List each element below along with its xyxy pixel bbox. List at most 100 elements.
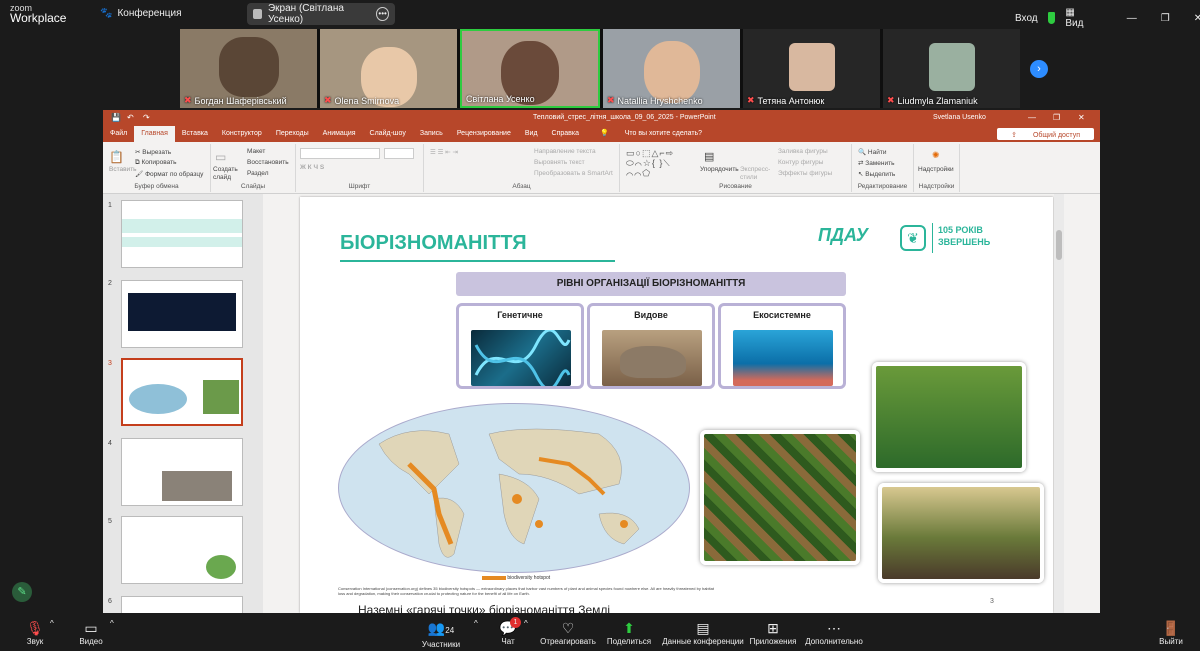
section-button[interactable]: Раздел <box>247 170 268 177</box>
close-icon[interactable]: ✕ <box>1194 13 1200 24</box>
participant-tile[interactable]: ✖ Тетяна Антонюк <box>743 29 880 108</box>
apps-button[interactable]: ⊞ Приложения <box>748 619 798 646</box>
font-size-select[interactable] <box>384 148 414 159</box>
redo-icon[interactable]: ↷ <box>143 113 150 122</box>
cut-button[interactable]: ✂ Вырезать <box>135 148 171 156</box>
tab-animations[interactable]: Анимация <box>316 126 363 142</box>
slide-thumbnail[interactable] <box>121 438 243 506</box>
format-painter-button[interactable]: 🖌 Формат по образцу <box>135 170 203 178</box>
new-slide-button[interactable]: Создать слайд <box>213 166 239 182</box>
logo-text: ПДАУ <box>818 225 869 245</box>
tab-record[interactable]: Запись <box>413 126 450 142</box>
smartart-button[interactable]: Преобразовать в SmartArt <box>534 170 613 177</box>
close-icon[interactable]: ✕ <box>1078 113 1085 122</box>
group-label: Надстройки <box>918 183 955 190</box>
meeting-info-button[interactable]: ▤ Данные конференции <box>662 619 744 646</box>
participant-tile[interactable]: ✖ Liudmyla Zlamaniuk <box>883 29 1020 108</box>
font-name-select[interactable] <box>300 148 380 159</box>
shape-fill-button[interactable]: Заливка фигуры <box>778 148 828 155</box>
tell-me-label: Что вы хотите сделать? <box>624 130 703 137</box>
view-button[interactable]: ▦ Вид <box>1065 7 1086 29</box>
shapes-gallery[interactable]: ▭○⬚△⌐⇨ ⬭⌒☆{ }⟍ ⌒⌒⬠ <box>626 148 686 178</box>
quick-styles-button[interactable]: Экспресс-стили <box>740 166 774 182</box>
screen-share-pill[interactable]: Экран (Світлана Усенко) ••• <box>247 3 395 25</box>
audio-label: Звук <box>26 637 44 646</box>
tab-slideshow[interactable]: Слайд-шоу <box>363 126 413 142</box>
tab-transitions[interactable]: Переходы <box>269 126 316 142</box>
tab-file[interactable]: Файл <box>103 126 134 142</box>
arrange-button[interactable]: Упорядочить <box>700 166 739 173</box>
reset-button[interactable]: Восстановить <box>247 159 289 166</box>
save-icon[interactable]: 💾 <box>111 113 121 122</box>
align-text-button[interactable]: Выровнять текст <box>534 159 585 166</box>
tab-design[interactable]: Конструктор <box>215 126 269 142</box>
bold-icon[interactable]: Ж К Ч S <box>300 164 324 171</box>
undo-icon[interactable]: ↶ <box>127 113 134 122</box>
tab-view[interactable]: Вид <box>518 126 545 142</box>
more-options-icon[interactable]: ••• <box>376 7 389 21</box>
slide-thumbnail-selected[interactable] <box>121 358 243 426</box>
participant-tile[interactable]: ✖ Богдан Шаферівський <box>180 29 317 108</box>
slide-thumbnail[interactable] <box>121 516 243 584</box>
share-button[interactable]: ⇪ Общий доступ <box>997 128 1094 140</box>
shape-outline-button[interactable]: Контур фигуры <box>778 159 823 166</box>
participant-avatar <box>928 43 975 91</box>
audio-options-chevron-icon[interactable]: ^ <box>50 619 54 628</box>
paste-button[interactable]: Вставить <box>109 166 137 173</box>
replace-button[interactable]: ⇄ Заменить <box>858 159 894 167</box>
audio-button[interactable]: 🎙 Звук <box>22 619 48 646</box>
restore-icon[interactable]: ❐ <box>1161 13 1170 24</box>
annotate-button[interactable]: ✎ <box>12 582 32 602</box>
find-button[interactable]: 🔍 Найти <box>858 148 886 156</box>
font-group: Ж К Ч S Шрифт <box>296 144 424 192</box>
participant-tile-active-speaker[interactable]: Світлана Усенко <box>460 29 600 108</box>
group-label: Буфер обмена <box>134 183 179 190</box>
scrollbar-thumb[interactable] <box>1056 230 1062 260</box>
enter-button[interactable]: Вход <box>1015 13 1038 24</box>
copy-label: Копировать <box>141 159 177 166</box>
logo-line-2: Workplace <box>10 11 67 25</box>
text-direction-button[interactable]: Направление текста <box>534 148 596 155</box>
list-icon[interactable]: ☰ ☰ ⇤ ⇥ <box>430 148 458 156</box>
react-button[interactable]: ♡ Отреагировать <box>538 619 598 646</box>
slide-thumbnail[interactable] <box>121 280 243 348</box>
meeting-label: Конференция <box>117 8 182 19</box>
slide-canvas[interactable]: БІОРІЗНОМАНІТТЯ ПДАУ ❦ 105 РОКІВ ЗВЕРШЕН… <box>300 197 1053 613</box>
layout-button[interactable]: Макет <box>247 148 265 155</box>
mic-muted-icon: ✖ <box>184 95 192 105</box>
share-screen-button[interactable]: ⬆ Поделиться <box>604 619 654 646</box>
tab-home[interactable]: Главная <box>134 126 175 142</box>
leave-button[interactable]: 🚪 Выйти <box>1156 619 1186 646</box>
shield-icon[interactable] <box>1047 12 1056 24</box>
next-page-button[interactable]: › <box>1030 60 1048 78</box>
participant-tile[interactable]: ✖ Olena Smirnova <box>320 29 457 108</box>
addins-button[interactable]: Надстройки <box>918 166 954 173</box>
participant-tile[interactable]: ✖ Natallia Hryshchenko <box>603 29 740 108</box>
tell-me-search[interactable]: 💡 Что вы хотите сделать? <box>586 126 716 142</box>
meeting-info-button[interactable]: 🐾 Конференция <box>100 8 182 19</box>
video-button[interactable]: ▭ Видео <box>76 619 106 646</box>
video-options-chevron-icon[interactable]: ^ <box>110 619 114 628</box>
copy-button[interactable]: ⧉ Копировать <box>135 159 176 167</box>
tab-insert[interactable]: Вставка <box>175 126 215 142</box>
select-button[interactable]: ↖ Выделить <box>858 170 895 178</box>
shape-effects-button[interactable]: Эффекты фигуры <box>778 170 832 177</box>
minimize-icon[interactable]: — <box>1127 13 1137 24</box>
screen-icon <box>253 9 262 19</box>
restore-icon[interactable]: ❐ <box>1053 113 1060 122</box>
participants-button[interactable]: 👥24 Участники <box>416 619 466 649</box>
tab-help[interactable]: Справка <box>545 126 586 142</box>
slide-thumbnail[interactable] <box>121 200 243 268</box>
participants-chevron-icon[interactable]: ^ <box>474 619 478 628</box>
minimize-icon[interactable]: — <box>1028 113 1036 122</box>
format-painter-label: Формат по образцу <box>145 171 204 178</box>
group-label: Шрифт <box>348 183 371 190</box>
tab-review[interactable]: Рецензирование <box>450 126 518 142</box>
paste-icon: 📋 <box>109 150 124 164</box>
chat-button[interactable]: 💬 1 Чат <box>498 617 521 646</box>
more-button[interactable]: ⋯ Дополнительно <box>804 619 864 646</box>
participant-name: Світлана Усенко <box>466 94 535 104</box>
chat-chevron-icon[interactable]: ^ <box>524 619 528 628</box>
slide-thumbnail[interactable] <box>121 596 243 613</box>
thumb-image <box>162 471 232 501</box>
